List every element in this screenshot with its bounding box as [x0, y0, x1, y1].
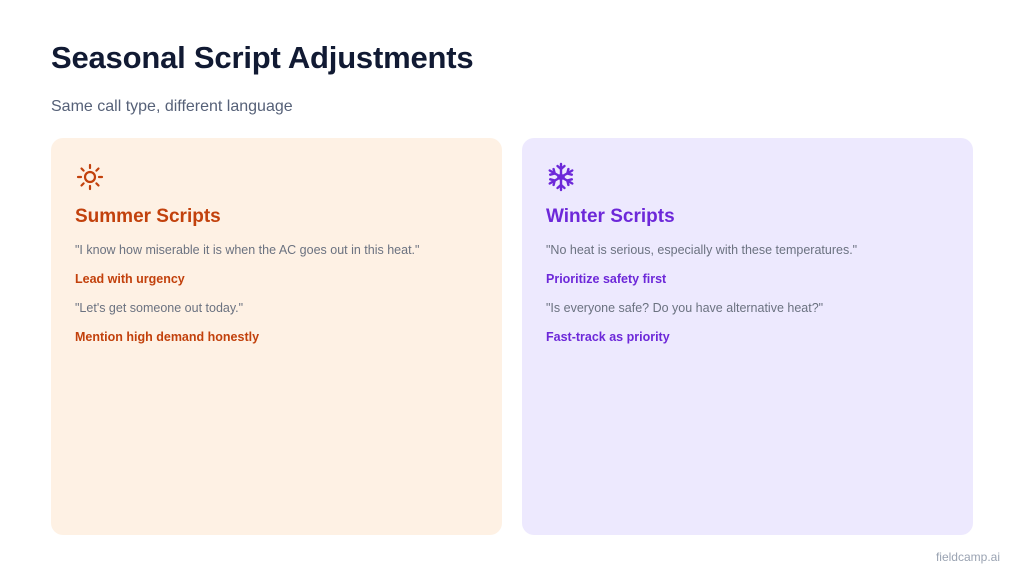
page-title: Seasonal Script Adjustments: [51, 40, 474, 75]
brand-footer: fieldcamp.ai: [935, 550, 1000, 564]
summer-scripts-title: Summer Scripts: [75, 206, 221, 227]
winter-quote-2: "Is everyone safe? Do you have alternati…: [546, 301, 824, 315]
winter-quote-1: "No heat is serious, especially with the…: [546, 243, 858, 257]
snowflake-icon: [548, 162, 574, 192]
summer-quote-1: "I know how miserable it is when the AC …: [75, 243, 420, 257]
summer-scripts-card: Summer Scripts "I know how miserable it …: [51, 138, 502, 535]
summer-quote-2: "Let's get someone out today.": [75, 301, 244, 315]
winter-scripts-card: Winter Scripts "No heat is serious, espe…: [522, 138, 973, 535]
page-subtitle: Same call type, different language: [51, 98, 293, 115]
winter-tip-2: Fast-track as priority: [546, 330, 670, 344]
sun-icon: [76, 163, 104, 191]
winter-tip-1: Prioritize safety first: [546, 272, 667, 286]
summer-tip-1: Lead with urgency: [75, 272, 185, 286]
winter-scripts-title: Winter Scripts: [546, 206, 675, 227]
summer-tip-2: Mention high demand honestly: [75, 330, 260, 344]
